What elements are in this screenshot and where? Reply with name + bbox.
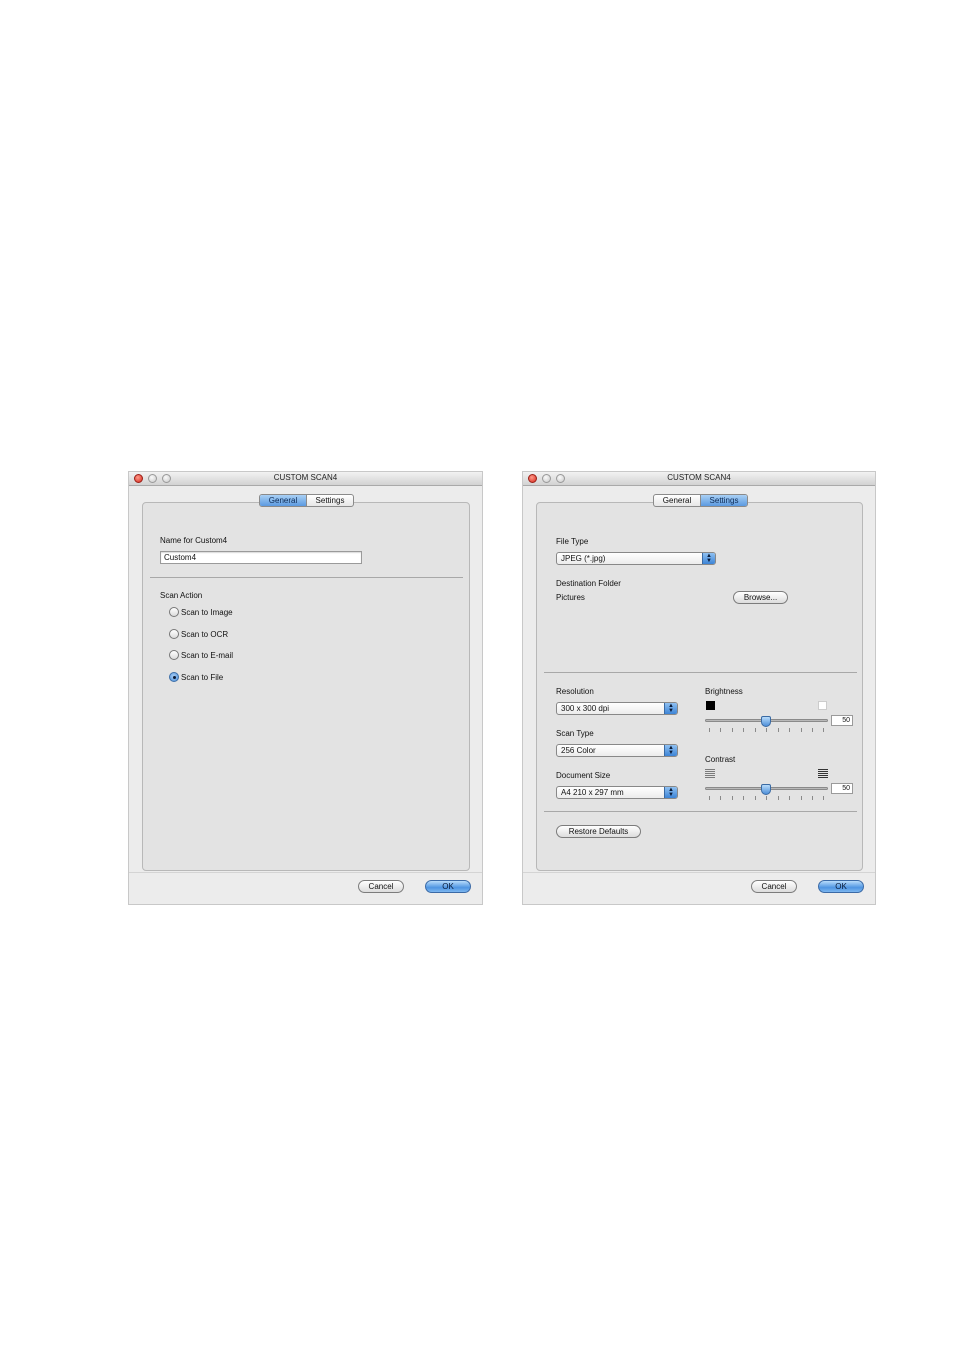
browse-button[interactable]: Browse... — [733, 591, 788, 604]
divider — [150, 577, 463, 578]
light-swatch-icon — [818, 701, 827, 710]
custom-scan-window-settings: CUSTOM SCAN4 General Settings File Type … — [522, 471, 876, 905]
tab-bar: General Settings — [259, 494, 354, 507]
window-title: CUSTOM SCAN4 — [667, 473, 731, 482]
radio-label: Scan to File — [181, 672, 224, 682]
divider — [544, 811, 857, 812]
custom-scan-window-general: CUSTOM SCAN4 General Settings Name for C… — [128, 471, 483, 905]
file-type-value: JPEG (*.jpg) — [561, 554, 606, 563]
title-bar[interactable]: CUSTOM SCAN4 — [129, 472, 482, 486]
title-bar[interactable]: CUSTOM SCAN4 — [523, 472, 875, 486]
radio-scan-to-file[interactable]: Scan to File — [169, 671, 223, 683]
popup-arrows-icon: ▲ ▼ — [664, 787, 677, 798]
tab-bar: General Settings — [653, 494, 748, 507]
resolution-label: Resolution — [556, 687, 594, 696]
restore-defaults-button[interactable]: Restore Defaults — [556, 825, 641, 838]
window-title: CUSTOM SCAN4 — [273, 473, 338, 482]
divider — [544, 672, 857, 673]
cancel-button[interactable]: Cancel — [751, 880, 797, 893]
brightness-slider-thumb[interactable] — [761, 716, 771, 727]
radio-label: Scan to OCR — [181, 629, 229, 639]
bottom-divider — [129, 872, 482, 873]
radio-label: Scan to Image — [181, 607, 233, 617]
radio-button[interactable] — [169, 607, 179, 617]
file-type-select[interactable]: JPEG (*.jpg) ▲ ▼ — [556, 552, 716, 565]
document-size-label: Document Size — [556, 771, 611, 780]
low-contrast-icon — [705, 769, 715, 778]
bottom-divider — [523, 872, 875, 873]
high-contrast-icon — [818, 769, 828, 778]
brightness-label: Brightness — [705, 687, 743, 696]
destination-folder-value: Pictures — [556, 593, 585, 602]
name-label: Name for Custom4 — [160, 536, 228, 545]
scan-action-label: Scan Action — [160, 591, 203, 600]
dark-swatch-icon — [706, 701, 715, 710]
brightness-ticks — [709, 728, 824, 733]
ok-button[interactable]: OK — [425, 880, 471, 893]
popup-arrows-icon: ▲ ▼ — [664, 703, 677, 714]
document-size-select[interactable]: A4 210 x 297 mm ▲ ▼ — [556, 786, 678, 799]
tab-general[interactable]: General — [654, 495, 700, 506]
name-field[interactable]: Custom4 — [160, 551, 362, 564]
ok-button[interactable]: OK — [818, 880, 864, 893]
radio-button[interactable] — [169, 650, 179, 660]
radio-scan-to-image[interactable]: Scan to Image — [169, 606, 233, 618]
tab-settings[interactable]: Settings — [700, 495, 747, 506]
resolution-value: 300 x 300 dpi — [561, 704, 610, 713]
tab-general[interactable]: General — [260, 495, 306, 506]
radio-button[interactable] — [169, 629, 179, 639]
radio-button-selected[interactable] — [169, 672, 179, 682]
tab-settings[interactable]: Settings — [306, 495, 353, 506]
radio-label: Scan to E-mail — [181, 650, 234, 660]
popup-arrows-icon: ▲ ▼ — [702, 553, 715, 564]
radio-scan-to-ocr[interactable]: Scan to OCR — [169, 628, 228, 640]
scan-type-select[interactable]: 256 Color ▲ ▼ — [556, 744, 678, 757]
document-size-value: A4 210 x 297 mm — [561, 788, 624, 797]
resolution-select[interactable]: 300 x 300 dpi ▲ ▼ — [556, 702, 678, 715]
radio-scan-to-email[interactable]: Scan to E-mail — [169, 649, 233, 661]
scan-type-label: Scan Type — [556, 729, 594, 738]
contrast-slider-thumb[interactable] — [761, 784, 771, 795]
popup-arrows-icon: ▲ ▼ — [664, 745, 677, 756]
cancel-button[interactable]: Cancel — [358, 880, 404, 893]
contrast-ticks — [709, 796, 824, 801]
scan-type-value: 256 Color — [561, 746, 596, 755]
file-type-label: File Type — [556, 537, 589, 546]
destination-folder-label: Destination Folder — [556, 579, 621, 588]
contrast-label: Contrast — [705, 755, 736, 764]
brightness-value-field[interactable]: 50 — [831, 715, 853, 726]
contrast-value-field[interactable]: 50 — [831, 783, 853, 794]
